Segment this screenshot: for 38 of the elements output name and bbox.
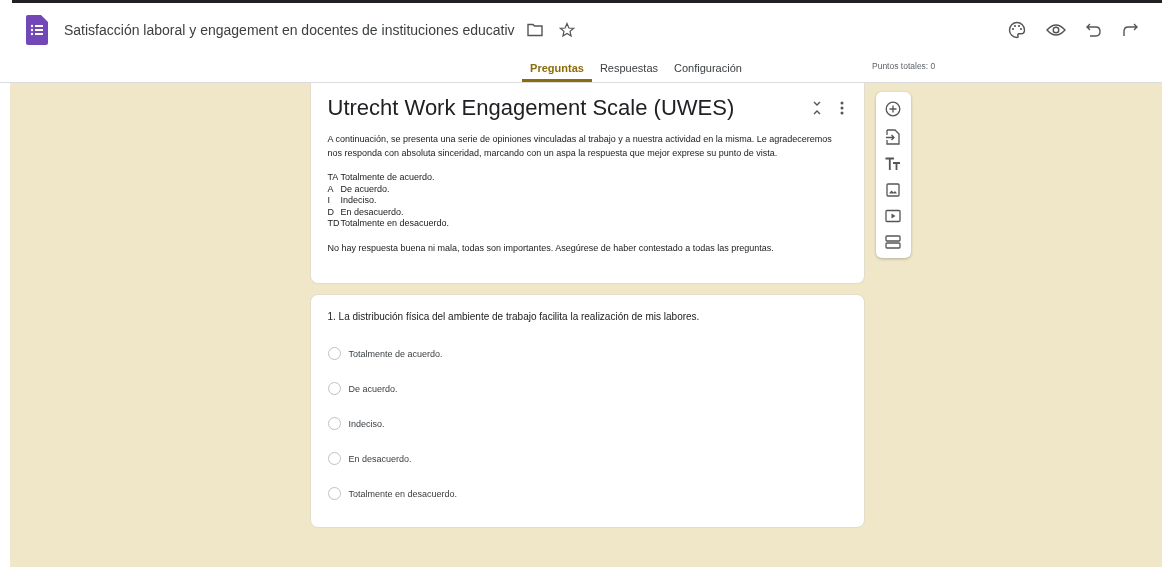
option-label[interactable]: Totalmente en desacuerdo.	[348, 488, 458, 499]
image-icon[interactable]	[886, 183, 900, 197]
palette-icon[interactable]	[1008, 21, 1026, 39]
document-title[interactable]: Satisfacción laboral y engagement en docentes de instituciones educativ	[64, 22, 515, 38]
legend-code: TA	[327, 172, 339, 184]
legend-text: Indeciso.	[340, 195, 377, 207]
folder-icon[interactable]	[526, 23, 543, 37]
section-description: A continuación, se presenta una serie de opiniones vinculadas al trabajo y a nuestra actividad en la misma. Le agradeceremos nos responda con absoluta sinceridad, marcando con un aspa la respuesta que mejor exprese su punto de vista.	[327, 133, 833, 160]
option-label[interactable]: Indeciso.	[348, 418, 385, 429]
legend-text: Totalmente de acuerdo.	[340, 172, 435, 184]
undo-icon[interactable]	[1086, 23, 1102, 37]
legend-code: TD	[327, 218, 339, 230]
forms-logo-icon[interactable]	[26, 15, 48, 45]
section-note: No hay respuesta buena ni mala, todas son importantes. Asegúrese de haber contestado a todas las preguntas.	[327, 241, 775, 255]
import-icon[interactable]	[886, 129, 900, 145]
video-icon[interactable]	[885, 209, 901, 223]
legend-text: En desacuerdo.	[340, 206, 404, 218]
legend-text: Totalmente en desacuerdo.	[340, 218, 450, 230]
tab[interactable]: Configuración	[666, 57, 750, 82]
legend-text: De acuerdo.	[340, 183, 390, 195]
option-label[interactable]: De acuerdo.	[348, 383, 398, 394]
eye-icon[interactable]	[1046, 23, 1066, 37]
question-title: 1. La distribución física del ambiente de trabajo facilita la realización de mis labores.	[327, 311, 701, 322]
collapse-icon[interactable]	[811, 101, 822, 115]
add-question-icon[interactable]	[885, 101, 901, 117]
tab[interactable]: Respuestas	[591, 57, 666, 82]
redo-icon[interactable]	[1122, 23, 1138, 37]
text-size-icon[interactable]	[885, 157, 901, 171]
section-icon[interactable]	[885, 235, 901, 249]
legend-code: I	[327, 195, 331, 207]
total-points: Puntos totales: 0	[872, 61, 936, 71]
more-icon[interactable]	[839, 101, 844, 115]
legend-code: D	[327, 206, 335, 218]
star-icon[interactable]	[558, 22, 575, 38]
legend-code: A	[327, 183, 335, 195]
option-label[interactable]: Totalmente de acuerdo.	[348, 348, 443, 359]
section-title[interactable]: Utrecht Work Engagement Scale (UWES)	[327, 95, 794, 121]
option-label[interactable]: En desacuerdo.	[348, 453, 412, 464]
